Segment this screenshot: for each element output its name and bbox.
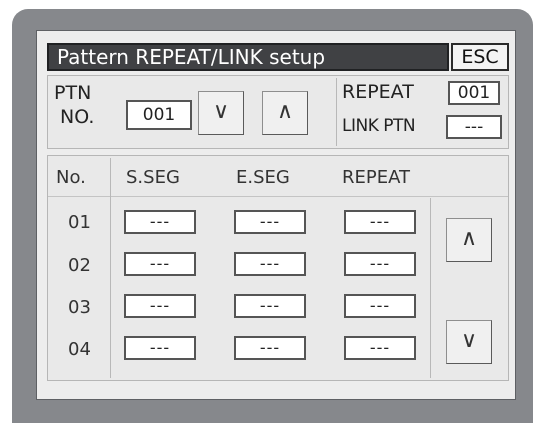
- repeat-count-field[interactable]: 001: [448, 81, 500, 105]
- e-seg-field[interactable]: ---: [234, 294, 306, 318]
- header-s-seg: S.SEG: [126, 167, 180, 188]
- ptn-no-field[interactable]: 001: [126, 100, 192, 130]
- s-seg-field[interactable]: ---: [124, 294, 196, 318]
- segment-table: No. S.SEG E.SEG REPEAT 01 --- --- --- 02…: [47, 155, 509, 381]
- e-seg-field[interactable]: ---: [234, 252, 306, 276]
- e-seg-field[interactable]: ---: [234, 210, 306, 234]
- s-seg-field[interactable]: ---: [124, 210, 196, 234]
- chevron-up-icon: ∧: [460, 226, 478, 251]
- header-e-seg: E.SEG: [236, 167, 290, 188]
- scroll-column-divider: [430, 198, 431, 378]
- ptn-label: PTN: [54, 82, 92, 104]
- header-repeat: REPEAT: [342, 167, 411, 188]
- screen-title: Pattern REPEAT/LINK setup: [47, 43, 449, 71]
- pattern-panel: PTN NO. 001 ∨ ∧ REPEAT 001 LINK PTN ---: [47, 75, 509, 149]
- repeat-field[interactable]: ---: [344, 210, 416, 234]
- header-divider: [48, 196, 508, 197]
- scroll-down-button[interactable]: ∨: [446, 320, 492, 364]
- s-seg-field[interactable]: ---: [124, 336, 196, 360]
- s-seg-field[interactable]: ---: [124, 252, 196, 276]
- chevron-down-icon: ∨: [460, 328, 478, 353]
- repeat-field[interactable]: ---: [344, 252, 416, 276]
- repeat-field[interactable]: ---: [344, 294, 416, 318]
- chevron-down-icon: ∨: [212, 99, 230, 124]
- header-no: No.: [56, 167, 86, 188]
- link-ptn-field[interactable]: ---: [446, 115, 502, 139]
- touch-screen: Pattern REPEAT/LINK setup ESC PTN NO. 00…: [36, 30, 516, 400]
- no-column-divider: [110, 158, 111, 378]
- ptn-up-button[interactable]: ∧: [262, 91, 308, 135]
- ptn-no-label: NO.: [60, 106, 95, 128]
- repeat-field[interactable]: ---: [344, 336, 416, 360]
- row-number: 03: [68, 297, 91, 318]
- row-number: 01: [68, 212, 91, 233]
- esc-button[interactable]: ESC: [451, 43, 509, 71]
- panel-divider: [336, 78, 337, 146]
- scroll-up-button[interactable]: ∧: [446, 218, 492, 262]
- ptn-down-button[interactable]: ∨: [198, 91, 244, 135]
- row-number: 04: [68, 339, 91, 360]
- chevron-up-icon: ∧: [276, 99, 294, 124]
- repeat-label: REPEAT: [342, 81, 414, 103]
- link-ptn-label: LINK PTN: [342, 116, 416, 136]
- row-number: 02: [68, 255, 91, 276]
- e-seg-field[interactable]: ---: [234, 336, 306, 360]
